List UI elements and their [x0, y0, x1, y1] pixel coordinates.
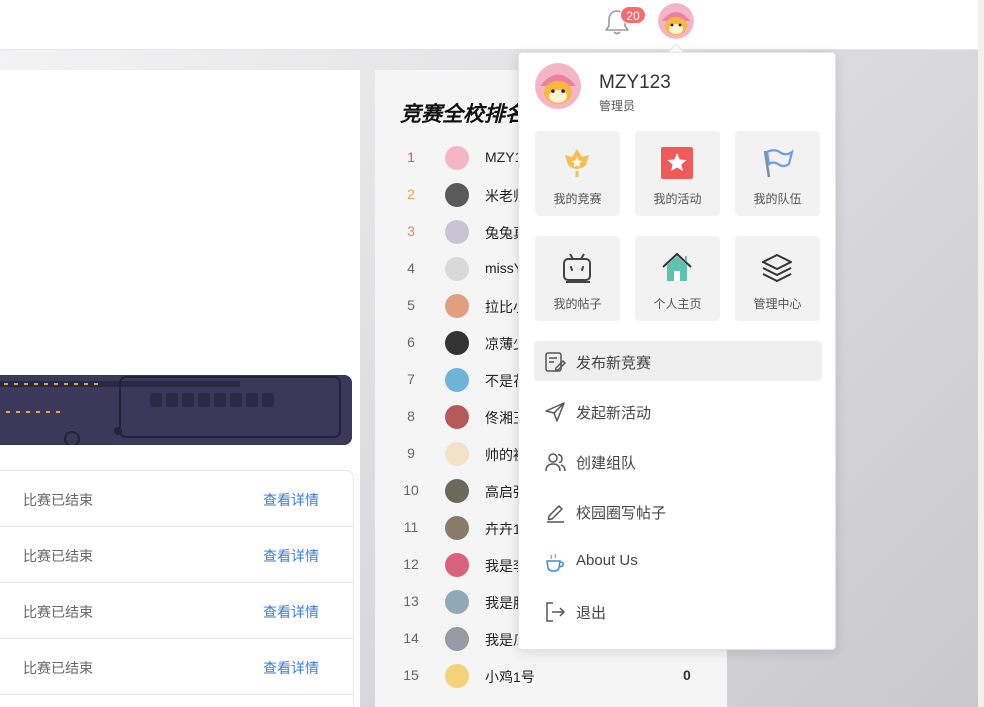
rank-user-name: 卉卉1: [485, 521, 521, 537]
users-icon: [545, 453, 566, 472]
avatar: [445, 368, 469, 392]
rank-number: 4: [407, 260, 415, 276]
menu-logout[interactable]: 退出: [534, 591, 822, 631]
result-status: 比赛已结束: [23, 660, 93, 676]
tile-my-activities[interactable]: 我的活动: [635, 131, 720, 216]
avatar: [445, 331, 469, 355]
avatar: [445, 590, 469, 614]
tv-post-icon: [563, 253, 591, 283]
menu-label: 退出: [576, 605, 607, 622]
view-details-link[interactable]: 查看详情: [263, 490, 319, 510]
view-details-link[interactable]: 查看详情: [263, 658, 319, 678]
rank-number: 11: [403, 519, 419, 535]
rank-number: 14: [403, 630, 419, 646]
username: MZY123: [599, 72, 671, 93]
rank-number: 10: [403, 482, 419, 498]
tile-label: 我的队伍: [753, 192, 802, 206]
tile-label: 我的竞赛: [553, 192, 602, 206]
rank-number: 3: [407, 223, 415, 239]
avatar: [445, 664, 469, 688]
list-item: 比赛已结束 查看详情: [0, 527, 353, 583]
avatar: [445, 627, 469, 651]
rank-number: 15: [403, 667, 419, 683]
menu-write-post[interactable]: 校园圈写帖子: [534, 491, 822, 531]
coffee-cup-icon: [546, 553, 564, 572]
avatar: [445, 479, 469, 503]
home-icon: [662, 252, 692, 281]
star-icon: [661, 147, 693, 179]
rank-number: 13: [403, 593, 419, 609]
menu-label: 校园圈写帖子: [576, 505, 667, 522]
trophy-flower-icon: [565, 149, 589, 177]
ranking-row[interactable]: 15 小鸡1号 0: [375, 658, 727, 695]
rank-number: 7: [407, 371, 415, 387]
rank-number: 6: [407, 334, 415, 350]
view-details-link[interactable]: 查看详情: [263, 546, 319, 566]
avatar: [445, 553, 469, 577]
tile-admin-center[interactable]: 管理中心: [735, 236, 820, 321]
ranking-title: 竞赛全校排名: [400, 103, 526, 126]
avatar: [535, 63, 581, 109]
tile-label: 我的活动: [653, 192, 702, 206]
menu-label: 发布新竞赛: [576, 355, 652, 372]
list-item: 比赛已结束 查看详情: [0, 583, 353, 639]
tile-label: 我的帖子: [553, 297, 602, 311]
user-avatar[interactable]: [658, 3, 694, 39]
avatar: [445, 220, 469, 244]
menu-label: 创建组队: [576, 455, 637, 472]
rank-score: 0: [683, 667, 691, 683]
competition-banner-image: [0, 375, 352, 445]
rank-number: 5: [407, 297, 415, 313]
menu-start-activity[interactable]: 发起新活动: [534, 391, 822, 431]
result-status: 比赛已结束: [23, 604, 93, 620]
avatar: [445, 183, 469, 207]
layers-icon: [762, 254, 792, 282]
avatar: [445, 405, 469, 429]
menu-create-team[interactable]: 创建组队: [534, 441, 822, 481]
edit-document-icon: [545, 352, 566, 372]
send-icon: [545, 402, 565, 422]
competition-results-list: 比赛已结束 查看详情 比赛已结束 查看详情 比赛已结束 查看详情 比赛已结束 查…: [0, 470, 354, 707]
list-item: 比赛已结束 查看详情: [0, 639, 353, 695]
menu-label: 发起新活动: [576, 405, 652, 422]
tile-my-competitions[interactable]: 我的竞赛: [535, 131, 620, 216]
view-details-link[interactable]: 查看详情: [263, 602, 319, 622]
rank-user-name: 小鸡1号: [485, 669, 535, 685]
rank-number: 12: [403, 556, 419, 572]
avatar: [445, 294, 469, 318]
tile-label: 个人主页: [653, 297, 702, 311]
pen-icon: [547, 505, 564, 523]
menu-about-us[interactable]: About Us: [534, 541, 822, 581]
top-navbar: [0, 0, 978, 50]
rank-number: 2: [407, 186, 415, 202]
rank-user-name: MZY1: [485, 149, 523, 165]
menu-label: About Us: [576, 552, 638, 569]
result-status: 比赛已结束: [23, 548, 93, 564]
logout-icon: [546, 602, 565, 622]
rank-number: 9: [407, 445, 415, 461]
avatar: [445, 442, 469, 466]
rank-number: 8: [407, 408, 415, 424]
tile-my-team[interactable]: 我的队伍: [735, 131, 820, 216]
menu-publish-competition[interactable]: 发布新竞赛: [534, 341, 822, 381]
tile-label: 管理中心: [753, 297, 802, 311]
rank-number: 1: [407, 149, 415, 165]
tile-personal-homepage[interactable]: 个人主页: [635, 236, 720, 321]
user-role: 管理员: [599, 99, 636, 113]
flag-icon: [763, 149, 794, 178]
notification-count-badge: 20: [620, 6, 646, 24]
user-dropdown-menu: MZY123 管理员 我的竞赛 我的活动 我的队伍 我的帖子 个人主页 管理中心…: [518, 52, 836, 650]
list-item: 比赛已结束 查看详情: [0, 471, 353, 527]
avatar: [445, 146, 469, 170]
result-status: 比赛已结束: [23, 492, 93, 508]
page-scrollbar[interactable]: [978, 0, 984, 707]
avatar: [445, 516, 469, 540]
avatar: [445, 257, 469, 281]
tile-my-posts[interactable]: 我的帖子: [535, 236, 620, 321]
